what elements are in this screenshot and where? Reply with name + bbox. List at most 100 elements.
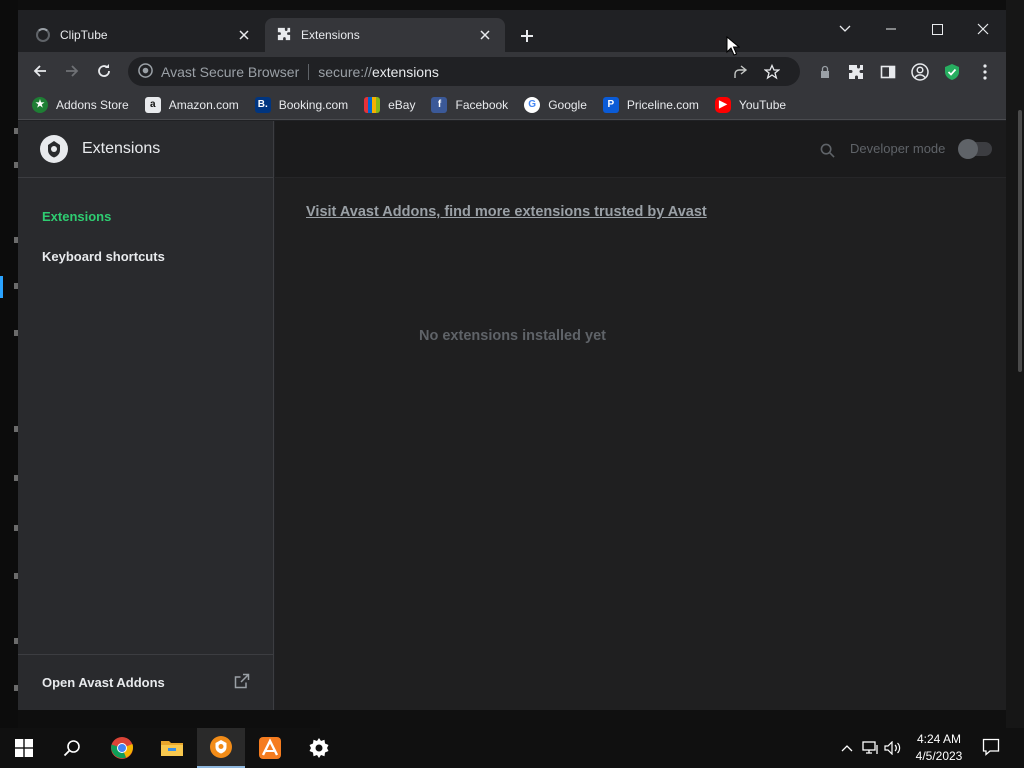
- lock-icon[interactable]: [814, 61, 836, 83]
- maximize-button[interactable]: [914, 14, 960, 44]
- side-panel-icon[interactable]: [877, 61, 899, 83]
- extensions-puzzle-icon[interactable]: [845, 61, 867, 83]
- bookmark-label: YouTube: [738, 97, 787, 112]
- background-window-edge: [0, 0, 18, 728]
- windows-taskbar: 4:24 AM 4/5/2023: [0, 728, 1024, 768]
- file-explorer-taskbar-button[interactable]: [148, 728, 196, 768]
- developer-mode-toggle[interactable]: [958, 139, 992, 159]
- bookmark-label: Booking.com: [278, 97, 349, 112]
- system-clock[interactable]: 4:24 AM 4/5/2023: [904, 731, 974, 765]
- arrow-right-icon: [66, 65, 79, 77]
- chrome-taskbar-button[interactable]: [98, 728, 146, 768]
- tab-cliptube[interactable]: ClipTube: [24, 18, 264, 52]
- settings-taskbar-button[interactable]: [295, 728, 343, 768]
- tab-extensions[interactable]: Extensions: [265, 18, 505, 52]
- priceline-icon: P: [602, 96, 619, 113]
- notification-icon[interactable]: [982, 738, 1000, 756]
- new-tab-button[interactable]: [515, 24, 539, 48]
- chevron-down-icon: [839, 25, 851, 32]
- bookmark-amazon[interactable]: a Amazon.com: [144, 96, 239, 113]
- avast-browser-taskbar-button[interactable]: [197, 728, 245, 768]
- reload-icon: [98, 64, 110, 77]
- sidebar-header: Extensions: [18, 121, 274, 178]
- google-icon: G: [524, 96, 541, 113]
- ebay-icon: [364, 96, 381, 113]
- bookmark-label: Amazon.com: [168, 97, 239, 112]
- chrome-icon: [111, 737, 133, 759]
- tab-title: Extensions: [301, 28, 360, 42]
- bookmark-label: Priceline.com: [626, 97, 699, 112]
- url-scheme: secure://: [318, 63, 372, 80]
- profile-icon[interactable]: [909, 61, 931, 83]
- share-icon[interactable]: [728, 62, 752, 82]
- orange-app-icon: [259, 737, 281, 759]
- bookmark-star-icon[interactable]: [760, 62, 784, 82]
- minimize-button[interactable]: [868, 14, 914, 44]
- gear-icon: [309, 738, 329, 758]
- bookmark-priceline[interactable]: P Priceline.com: [602, 96, 699, 113]
- forward-button[interactable]: [58, 57, 86, 85]
- open-avast-addons-link[interactable]: Open Avast Addons: [18, 654, 274, 710]
- tab-search-button[interactable]: [822, 14, 868, 44]
- background-window-edge-right: [1006, 0, 1024, 728]
- app-taskbar-button[interactable]: [246, 728, 294, 768]
- omnibox-divider: [308, 63, 310, 80]
- windows-logo-icon: [15, 739, 33, 757]
- visit-avast-addons-link[interactable]: Visit Avast Addons, find more extensions…: [306, 204, 707, 220]
- volume-icon[interactable]: [884, 740, 902, 756]
- background-scrollbar[interactable]: [1018, 110, 1022, 372]
- bookmark-ebay[interactable]: eBay: [364, 96, 416, 113]
- close-tab-icon[interactable]: [477, 27, 493, 43]
- booking-icon: B.: [254, 96, 271, 113]
- chevron-up-icon[interactable]: [838, 740, 856, 756]
- bookmark-label: Facebook: [455, 97, 509, 112]
- back-button[interactable]: [26, 57, 54, 85]
- youtube-icon: ▶: [714, 96, 731, 113]
- bookmarks-bar: ★ Addons Store a Amazon.com B. Booking.c…: [18, 90, 1006, 120]
- avast-shield-icon: [138, 62, 153, 81]
- bookmark-google[interactable]: G Google: [524, 96, 587, 113]
- sidebar-title: Extensions: [82, 140, 161, 157]
- bookmark-facebook[interactable]: f Facebook: [431, 96, 509, 113]
- bookmark-addons-store[interactable]: ★ Addons Store: [32, 96, 129, 113]
- search-taskbar-button[interactable]: [48, 728, 96, 768]
- maximize-icon: [931, 23, 943, 35]
- menu-kebab-icon[interactable]: [974, 61, 996, 83]
- reload-button[interactable]: [90, 57, 118, 85]
- avast-addons-icon: ★: [32, 96, 48, 113]
- bookmark-label: eBay: [388, 97, 416, 112]
- extensions-main: Developer mode Visit Avast Addons, find …: [275, 121, 1006, 710]
- clock-time: 4:24 AM: [916, 732, 962, 746]
- amazon-icon: a: [144, 96, 161, 113]
- network-icon[interactable]: [862, 740, 880, 756]
- close-window-button[interactable]: [960, 14, 1006, 44]
- navigation-toolbar: Avast Secure Browser secure://extensions: [18, 52, 1006, 90]
- mouse-cursor-icon: [726, 35, 741, 56]
- tab-strip: ClipTube Extensions: [18, 10, 1006, 52]
- extensions-toolbar: Developer mode: [275, 121, 1006, 178]
- bookmark-label: Addons Store: [56, 97, 129, 112]
- facebook-icon: f: [431, 96, 448, 113]
- sidebar-item-keyboard-shortcuts[interactable]: Keyboard shortcuts: [42, 249, 165, 264]
- url-path: extensions: [371, 63, 439, 80]
- empty-state-message: No extensions installed yet: [419, 328, 606, 344]
- browser-window: ClipTube Extensions Avast Secure Browser…: [18, 10, 1006, 710]
- security-shield-icon[interactable]: [941, 61, 963, 83]
- search-icon[interactable]: [817, 140, 837, 160]
- plus-icon: [521, 30, 533, 42]
- bookmark-label: Google: [548, 97, 587, 112]
- toggle-knob: [958, 139, 978, 159]
- sidebar-item-extensions[interactable]: Extensions: [42, 209, 111, 224]
- address-bar[interactable]: Avast Secure Browser secure://extensions: [128, 57, 800, 86]
- loading-spinner-icon: [36, 28, 50, 42]
- avast-logo-icon: [40, 135, 68, 163]
- search-icon: [63, 740, 80, 757]
- avast-browser-icon: [210, 736, 232, 758]
- bookmark-booking[interactable]: B. Booking.com: [254, 96, 349, 113]
- bookmark-youtube[interactable]: ▶ YouTube: [714, 96, 787, 113]
- background-window-strip: [320, 710, 1006, 728]
- start-button[interactable]: [0, 728, 48, 768]
- close-tab-icon[interactable]: [236, 27, 252, 43]
- developer-mode-label: Developer mode: [850, 141, 946, 156]
- background-selection-indicator: [0, 276, 3, 298]
